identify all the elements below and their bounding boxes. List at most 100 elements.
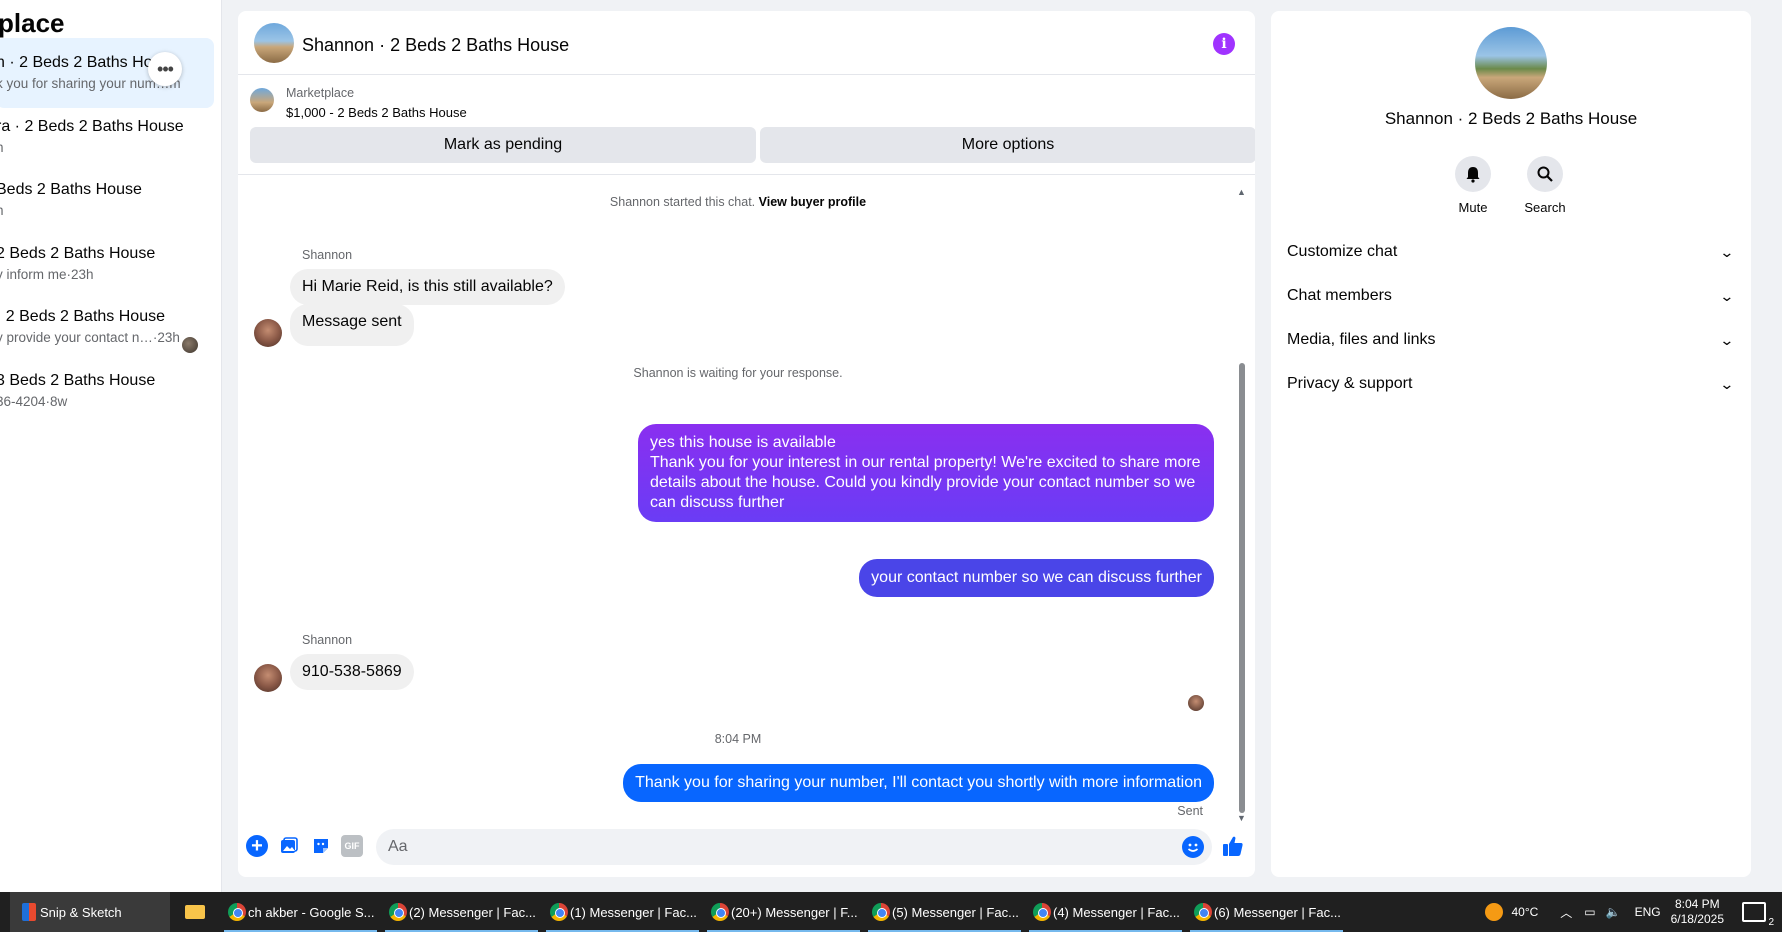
scroll-thumb[interactable] <box>1239 363 1245 813</box>
sender-name: Shannon <box>302 633 353 647</box>
taskbar-chrome-window[interactable]: (6) Messenger | Fac... <box>1186 892 1347 932</box>
like-icon[interactable] <box>1220 833 1246 859</box>
conversation-item[interactable]: n · 2 Beds 2 Baths Hous k you for sharin… <box>0 38 214 108</box>
search-icon <box>1527 156 1563 192</box>
mute-label: Mute <box>1458 200 1488 215</box>
chrome-icon <box>228 903 246 921</box>
network-icon[interactable]: ▭ <box>1584 905 1595 919</box>
chrome-icon <box>1194 903 1212 921</box>
media-files-links-section[interactable]: Media, files and links ⌄ <box>1287 320 1735 360</box>
sticker-icon[interactable] <box>310 835 332 857</box>
list-title: place <box>0 8 65 38</box>
conversation-title: · 2 Beds 2 Baths House <box>0 308 165 325</box>
message-line: Thank you for your interest in our renta… <box>650 454 1201 511</box>
marketplace-bar: Marketplace $1,000 - 2 Beds 2 Baths Hous… <box>238 75 1255 175</box>
message-input[interactable] <box>376 829 1212 865</box>
view-buyer-profile-link[interactable]: View buyer profile <box>759 195 866 209</box>
taskbar-chrome-window[interactable]: (20+) Messenger | F... <box>703 892 864 932</box>
section-label: Customize chat <box>1287 243 1398 260</box>
more-options-button[interactable]: ••• <box>148 52 182 86</box>
marketplace-label: Marketplace <box>286 86 355 100</box>
chat-panel: Shannon · 2 Beds 2 Baths House i Marketp… <box>238 11 1255 877</box>
chat-header: Shannon · 2 Beds 2 Baths House i <box>238 11 1255 75</box>
taskbar-chrome-window[interactable]: (2) Messenger | Fac... <box>381 892 542 932</box>
avatar[interactable] <box>1475 27 1547 99</box>
chat-members-section[interactable]: Chat members ⌄ <box>1287 276 1735 316</box>
conversation-list: place n · 2 Beds 2 Baths Hous k you for … <box>0 0 222 892</box>
page: place n · 2 Beds 2 Baths Hous k you for … <box>0 0 1782 932</box>
sent-status: Sent <box>1177 804 1203 818</box>
volume-icon[interactable]: 🔈 <box>1606 905 1621 919</box>
conversation-title: 2 Beds 2 Baths House <box>0 245 156 262</box>
chevron-down-icon: ⌄ <box>1719 331 1735 348</box>
message-bubble-outgoing[interactable]: your contact number so we can discuss fu… <box>859 559 1214 597</box>
scroll-up-icon[interactable]: ▲ <box>1237 187 1246 197</box>
chrome-icon <box>550 903 568 921</box>
more-options-button[interactable]: More options <box>760 127 1255 163</box>
message-list: Shannon started this chat. View buyer pr… <box>238 176 1238 818</box>
avatar[interactable] <box>254 319 282 347</box>
avatar[interactable] <box>254 23 294 63</box>
plus-icon[interactable]: + <box>246 835 268 857</box>
chrome-icon <box>711 903 729 921</box>
chevron-down-icon: ⌄ <box>1719 375 1735 392</box>
search-label: Search <box>1524 200 1566 215</box>
timestamp: 8:04 PM <box>714 732 762 746</box>
chevron-up-icon[interactable]: ︿ <box>1560 904 1572 921</box>
taskbar-chrome-window[interactable]: (1) Messenger | Fac... <box>542 892 703 932</box>
task-label: (20+) Messenger | F... <box>731 904 858 920</box>
taskbar-chrome-window[interactable]: (5) Messenger | Fac... <box>864 892 1025 932</box>
scrollbar[interactable]: ▲ ▼ <box>1237 187 1247 823</box>
bell-icon <box>1455 156 1491 192</box>
taskbar-snip-sketch[interactable]: Snip & Sketch <box>10 892 170 932</box>
listing-thumbnail[interactable] <box>250 88 274 112</box>
language-indicator[interactable]: ENG <box>1635 905 1661 919</box>
composer: + GIF <box>238 819 1255 875</box>
message-bubble-incoming[interactable]: 910-538-5869 <box>290 654 414 690</box>
conversation-item[interactable]: 3 Beds 2 Baths House 36-4204·8w <box>0 356 214 426</box>
message-bubble-incoming[interactable]: Hi Marie Reid, is this still available? <box>290 269 565 305</box>
conversation-title: 3 Beds 2 Baths House <box>0 372 156 389</box>
message-bubble-outgoing[interactable]: Thank you for sharing your number, I'll … <box>623 764 1214 802</box>
task-label: (4) Messenger | Fac... <box>1053 904 1180 920</box>
conversation-preview: 36-4204·8w <box>0 394 68 409</box>
customize-chat-section[interactable]: Customize chat ⌄ <box>1287 232 1735 272</box>
chrome-icon <box>872 903 890 921</box>
taskbar-file-explorer[interactable] <box>170 892 220 932</box>
section-label: Privacy & support <box>1287 375 1413 392</box>
search-button[interactable]: Search <box>1515 156 1575 215</box>
chevron-down-icon: ⌄ <box>1719 243 1735 260</box>
chat-title[interactable]: Shannon · 2 Beds 2 Baths House <box>302 35 569 56</box>
notification-icon[interactable]: 2 <box>1742 902 1774 928</box>
message-line: yes this house is available <box>650 434 836 451</box>
conversation-item[interactable]: ra · 2 Beds 2 Baths House h <box>0 102 214 172</box>
message-bubble-incoming[interactable]: Message sent <box>290 304 414 346</box>
listing-title[interactable]: $1,000 - 2 Beds 2 Baths House <box>286 105 467 120</box>
conversation-item[interactable]: · 2 Beds 2 Baths House y provide your co… <box>0 292 214 362</box>
gif-icon[interactable]: GIF <box>341 835 363 857</box>
mark-as-pending-button[interactable]: Mark as pending <box>250 127 756 163</box>
privacy-support-section[interactable]: Privacy & support ⌄ <box>1287 364 1735 404</box>
conversation-item[interactable]: 2 Beds 2 Baths House y inform me·23h <box>0 229 214 299</box>
emoji-icon[interactable] <box>1182 836 1204 858</box>
conversation-title: ra · 2 Beds 2 Baths House <box>0 118 184 135</box>
chat-started-notice: Shannon started this chat. View buyer pr… <box>238 195 1238 209</box>
photo-icon[interactable] <box>278 835 300 857</box>
task-label: ch akber - Google S... <box>248 904 375 920</box>
section-label: Media, files and links <box>1287 331 1436 348</box>
clock[interactable]: 8:04 PM 6/18/2025 <box>1671 897 1724 927</box>
chrome-icon <box>1033 903 1051 921</box>
mute-button[interactable]: Mute <box>1443 156 1503 215</box>
conversation-title: n · 2 Beds 2 Baths Hous <box>0 54 170 71</box>
taskbar-chrome-window[interactable]: (4) Messenger | Fac... <box>1025 892 1186 932</box>
avatar[interactable] <box>254 664 282 692</box>
taskbar: Snip & Sketch ch akber - Google S... (2)… <box>0 892 1782 932</box>
info-icon[interactable]: i <box>1213 33 1235 55</box>
sender-name: Shannon <box>302 248 353 262</box>
conversation-preview: h <box>0 140 4 155</box>
weather-icon[interactable] <box>1485 903 1504 921</box>
taskbar-chrome-window[interactable]: ch akber - Google S... <box>220 892 381 932</box>
weather-temp[interactable]: 40°C <box>1511 905 1538 919</box>
conversation-item[interactable]: Beds 2 Baths House h <box>0 165 214 235</box>
message-bubble-outgoing[interactable]: yes this house is available Thank you fo… <box>638 424 1214 522</box>
